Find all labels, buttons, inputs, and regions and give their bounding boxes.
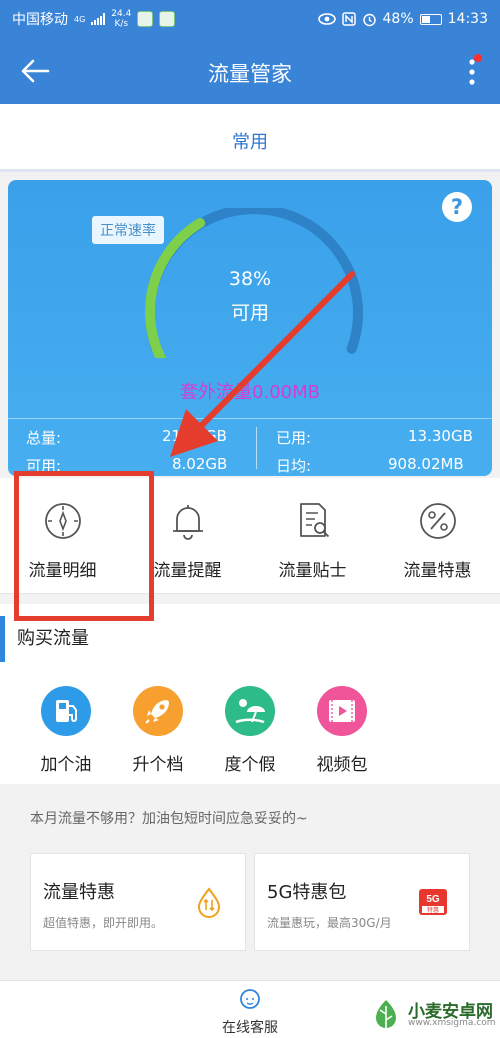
package-label: 加个油 bbox=[40, 755, 92, 775]
tip-text: 本月流量不够用？加油包短时间应急妥妥的~ bbox=[30, 811, 308, 827]
bell-icon bbox=[173, 505, 203, 540]
notification-dot bbox=[474, 54, 482, 62]
offer-subtitle: 超值特惠，即开即用。 bbox=[43, 916, 164, 930]
tool-usage-tips[interactable]: 流量贴士 bbox=[250, 478, 375, 594]
fuel-pump-icon bbox=[41, 686, 91, 736]
battery-icon bbox=[419, 13, 442, 25]
offer-title: 流量特惠 bbox=[43, 882, 115, 903]
buy-traffic-section: 购买流量 加个油 升个档 度个假 视频包 bbox=[0, 604, 500, 784]
status-bar: 中国移动 4G 24.4 K/s 48% 14:33 bbox=[0, 0, 500, 38]
tab-bar: 常用 bbox=[0, 104, 500, 172]
clock: 14:33 bbox=[447, 11, 488, 27]
tools-row: 流量明细 流量提醒 流量贴士 流量特惠 bbox=[0, 478, 500, 594]
tab-common[interactable]: 常用 bbox=[0, 128, 500, 154]
watermark-url: www.xmsigma.com bbox=[408, 1018, 496, 1028]
page-title: 流量管家 bbox=[208, 62, 292, 86]
eye-icon bbox=[317, 13, 336, 25]
tool-label: 流量提醒 bbox=[153, 561, 222, 581]
watermark: 小麦安卓网 www.xmsigma.com bbox=[368, 996, 498, 1036]
used-value: 13.30GB bbox=[408, 427, 473, 445]
alarm-icon bbox=[362, 13, 376, 26]
document-search-icon bbox=[300, 503, 330, 538]
section-accent-bar bbox=[0, 616, 5, 662]
package-vacation[interactable]: 度个假 bbox=[204, 686, 296, 775]
carrier-label: 中国移动 bbox=[12, 12, 68, 28]
beach-icon bbox=[225, 686, 275, 736]
available-label: 可用: bbox=[26, 457, 62, 475]
tool-label: 流量贴士 bbox=[278, 561, 347, 581]
package-refuel[interactable]: 加个油 bbox=[20, 686, 112, 775]
usage-stats: 总量: 21.35GB 可用: 8.02GB 已用: 13.30GB 日均: 9… bbox=[8, 418, 492, 476]
total-label: 总量: bbox=[26, 429, 62, 447]
offer-title: 5G特惠包 bbox=[267, 882, 347, 903]
help-icon[interactable]: ? bbox=[442, 192, 472, 222]
available-value: 8.02GB bbox=[172, 455, 228, 473]
app-notification-icon bbox=[137, 11, 154, 27]
network-type: 4G bbox=[74, 14, 86, 24]
package-label: 升个档 bbox=[132, 755, 184, 775]
section-title: 购买流量 bbox=[17, 628, 89, 649]
total-value: 21.35GB bbox=[162, 427, 227, 445]
5g-badge-icon: 5G特惠 bbox=[419, 889, 447, 915]
tool-usage-detail[interactable]: 流量明细 bbox=[0, 478, 125, 594]
tool-label: 流量特惠 bbox=[403, 561, 472, 581]
offer-subtitle: 流量惠玩，最高30G/月 bbox=[267, 916, 392, 930]
compass-icon bbox=[45, 503, 81, 539]
film-icon bbox=[317, 686, 367, 736]
offer-card-special[interactable]: 流量特惠 超值特惠，即开即用。 bbox=[30, 853, 246, 951]
rocket-icon bbox=[133, 686, 183, 736]
daily-label: 日均: bbox=[276, 457, 312, 475]
offer-card-5g[interactable]: 5G特惠包 流量惠玩，最高30G/月 5G 特惠 bbox=[254, 853, 470, 951]
percent-icon bbox=[420, 503, 456, 539]
app-bar: 流量管家 bbox=[0, 38, 500, 104]
battery-percent: 48% bbox=[382, 11, 414, 27]
tool-usage-offers[interactable]: 流量特惠 bbox=[375, 478, 500, 594]
package-label: 度个假 bbox=[224, 755, 276, 775]
drop-arrows-icon bbox=[197, 887, 221, 918]
package-label: 视频包 bbox=[316, 755, 368, 775]
customer-service-icon[interactable] bbox=[238, 987, 262, 1011]
app-notification-icon bbox=[159, 11, 176, 27]
extra-traffic: 套外流量0.00MB bbox=[180, 382, 320, 403]
speed-badge: 正常速率 bbox=[92, 216, 164, 244]
svg-text:特惠: 特惠 bbox=[427, 906, 439, 914]
package-video[interactable]: 视频包 bbox=[296, 686, 388, 775]
used-label: 已用: bbox=[276, 429, 312, 447]
usage-percent: 38% bbox=[228, 268, 272, 290]
svg-text:5G: 5G bbox=[426, 894, 440, 905]
tool-label: 流量明细 bbox=[28, 561, 97, 581]
tool-usage-alert[interactable]: 流量提醒 bbox=[125, 478, 250, 594]
net-speed: 24.4 K/s bbox=[111, 9, 132, 29]
watermark-logo bbox=[376, 1000, 396, 1028]
daily-value: 908.02MB bbox=[388, 455, 464, 473]
package-upgrade[interactable]: 升个档 bbox=[112, 686, 204, 775]
usage-status: 可用 bbox=[230, 302, 269, 324]
nfc-icon bbox=[341, 12, 356, 26]
signal-icon bbox=[91, 13, 106, 25]
usage-card: ? 正常速率 38% 可用 套外流量0.00MB 总量: 21.35GB 可用:… bbox=[8, 180, 492, 476]
more-menu-icon[interactable] bbox=[466, 58, 478, 86]
stats-divider bbox=[256, 427, 257, 469]
